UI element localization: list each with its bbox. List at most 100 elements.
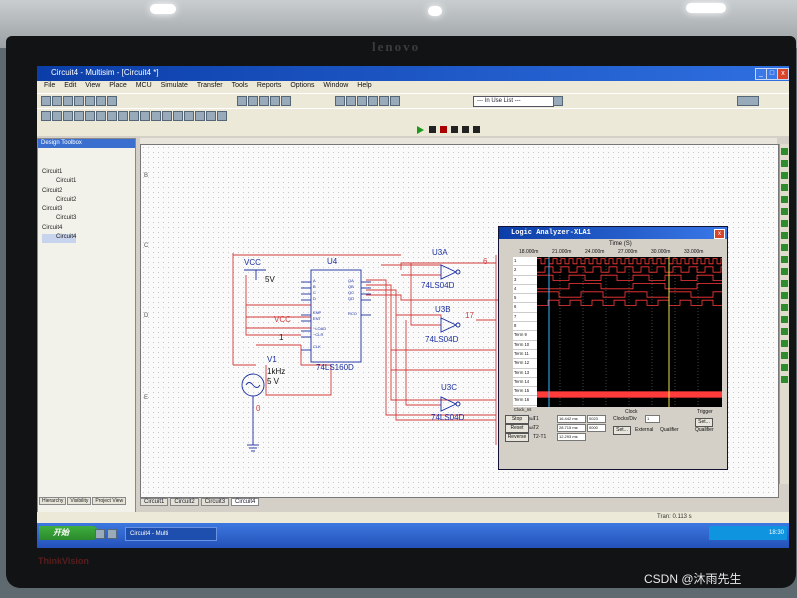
step-icon[interactable] xyxy=(451,126,458,133)
electromechanical-icon[interactable] xyxy=(184,111,194,121)
new-icon[interactable] xyxy=(41,96,51,106)
help-icon[interactable] xyxy=(553,96,563,106)
grapher-icon[interactable] xyxy=(346,96,356,106)
transistor-icon[interactable] xyxy=(74,111,84,121)
stop-button[interactable]: Stop xyxy=(505,415,529,424)
tree-item-circuit1[interactable]: Circuit1 xyxy=(42,169,76,178)
sheet-tab-circuit4[interactable]: Circuit4 xyxy=(231,498,260,506)
component-wizard-icon[interactable] xyxy=(368,96,378,106)
indicator-icon[interactable] xyxy=(140,111,150,121)
menu-file[interactable]: File xyxy=(44,82,55,89)
tree-subitem-circuit3[interactable]: Circuit3 xyxy=(42,215,76,224)
open-icon[interactable] xyxy=(52,96,62,106)
tree-subitem-circuit2[interactable]: Circuit2 xyxy=(42,197,76,206)
menu-window[interactable]: Window xyxy=(323,82,348,89)
menu-tools[interactable]: Tools xyxy=(232,82,248,89)
clocks-div-input[interactable]: 1 xyxy=(645,415,660,423)
tektronix-scope-icon[interactable] xyxy=(781,340,788,347)
logic-analyzer-close-button[interactable]: x xyxy=(714,229,725,239)
menu-edit[interactable]: Edit xyxy=(64,82,76,89)
bode-plotter-icon[interactable] xyxy=(781,196,788,203)
source-icon[interactable] xyxy=(41,111,51,121)
pause-icon[interactable] xyxy=(429,126,436,133)
diode-icon[interactable] xyxy=(63,111,73,121)
ttl-icon[interactable] xyxy=(96,111,106,121)
cut-icon[interactable] xyxy=(85,96,95,106)
iv-analyzer-icon[interactable] xyxy=(781,256,788,263)
stop-icon[interactable] xyxy=(440,126,447,133)
zoom-sheet-icon[interactable] xyxy=(281,96,291,106)
start-button[interactable]: 开始 xyxy=(39,526,99,540)
cmos-icon[interactable] xyxy=(107,111,117,121)
tab-project-view[interactable]: Project View xyxy=(92,497,127,505)
trigger-set-button[interactable]: Set... xyxy=(695,418,713,427)
spectrum-analyzer-icon[interactable] xyxy=(781,280,788,287)
save-icon[interactable] xyxy=(63,96,73,106)
menu-simulate[interactable]: Simulate xyxy=(161,82,188,89)
tree-subitem-circuit1[interactable]: Circuit1 xyxy=(42,178,76,187)
mixed-icon[interactable] xyxy=(129,111,139,121)
misc-icon[interactable] xyxy=(162,111,172,121)
run-icon[interactable] xyxy=(417,126,424,134)
instruments-icon[interactable] xyxy=(737,96,759,106)
basic-icon[interactable] xyxy=(52,111,62,121)
breadboard-icon[interactable] xyxy=(390,96,400,106)
menu-help[interactable]: Help xyxy=(357,82,371,89)
reset-button[interactable]: Reset xyxy=(505,424,529,433)
mcu-icon[interactable] xyxy=(195,111,205,121)
multimeter-icon[interactable] xyxy=(781,148,788,155)
tree-item-circuit2[interactable]: Circuit2 xyxy=(42,188,76,197)
paste-icon[interactable] xyxy=(107,96,117,106)
zoom-in-icon[interactable] xyxy=(248,96,258,106)
menu-place[interactable]: Place xyxy=(109,82,127,89)
agilent-generator-icon[interactable] xyxy=(781,304,788,311)
sheet-tab-circuit1[interactable]: Circuit1 xyxy=(140,498,169,506)
copy-icon[interactable] xyxy=(96,96,106,106)
agilent-scope-icon[interactable] xyxy=(781,328,788,335)
frequency-counter-icon[interactable] xyxy=(781,208,788,215)
analog-icon[interactable] xyxy=(85,111,95,121)
wattmeter-icon[interactable] xyxy=(781,172,788,179)
step-over-icon[interactable] xyxy=(462,126,469,133)
agilent-multimeter-icon[interactable] xyxy=(781,316,788,323)
word-generator-icon[interactable] xyxy=(781,220,788,227)
menu-options[interactable]: Options xyxy=(290,82,314,89)
zoom-out-icon[interactable] xyxy=(259,96,269,106)
spreadsheet-icon[interactable] xyxy=(335,96,345,106)
menu-mcu[interactable]: MCU xyxy=(136,82,152,89)
tree-item-circuit4[interactable]: Circuit4 xyxy=(42,225,76,234)
hierarchical-block-icon[interactable] xyxy=(206,111,216,121)
taskbar-multisim[interactable]: Circuit4 - Multi xyxy=(125,527,217,541)
breakpoint-icon[interactable] xyxy=(473,126,480,133)
network-analyzer-icon[interactable] xyxy=(781,292,788,299)
oscilloscope-icon[interactable] xyxy=(781,184,788,191)
menu-reports[interactable]: Reports xyxy=(257,82,282,89)
sheet-tab-circuit3[interactable]: Circuit3 xyxy=(200,498,230,506)
function-generator-icon[interactable] xyxy=(781,160,788,167)
u3b-inverter[interactable] xyxy=(440,317,458,333)
u3a-inverter[interactable] xyxy=(440,264,458,280)
menu-view[interactable]: View xyxy=(85,82,100,89)
database-icon[interactable] xyxy=(379,96,389,106)
measurement-probe-icon[interactable] xyxy=(781,352,788,359)
power-icon[interactable] xyxy=(151,111,161,121)
tab-hierarchy[interactable]: Hierarchy xyxy=(39,497,67,505)
bus-icon[interactable] xyxy=(217,111,227,121)
quicklaunch-icon[interactable] xyxy=(107,529,117,539)
in-use-list-dropdown[interactable]: --- In Use List --- xyxy=(473,96,554,107)
zoom-area-icon[interactable] xyxy=(237,96,247,106)
tree-subitem-circuit4[interactable]: Circuit4 xyxy=(42,234,77,244)
sheet-tab-circuit2[interactable]: Circuit2 xyxy=(170,498,199,506)
tab-visibility[interactable]: Visibility xyxy=(67,497,92,505)
u3c-inverter[interactable] xyxy=(440,396,458,412)
logic-analyzer-display[interactable] xyxy=(537,257,722,407)
rf-icon[interactable] xyxy=(173,111,183,121)
zoom-fit-icon[interactable] xyxy=(270,96,280,106)
distortion-analyzer-icon[interactable] xyxy=(781,268,788,275)
labview-icon[interactable] xyxy=(781,364,788,371)
clock-set-button[interactable]: Set... xyxy=(613,426,631,435)
tree-item-circuit3[interactable]: Circuit3 xyxy=(42,206,76,215)
reverse-button[interactable]: Reverse xyxy=(505,433,529,442)
postprocessor-icon[interactable] xyxy=(357,96,367,106)
logic-converter-icon[interactable] xyxy=(781,244,788,251)
